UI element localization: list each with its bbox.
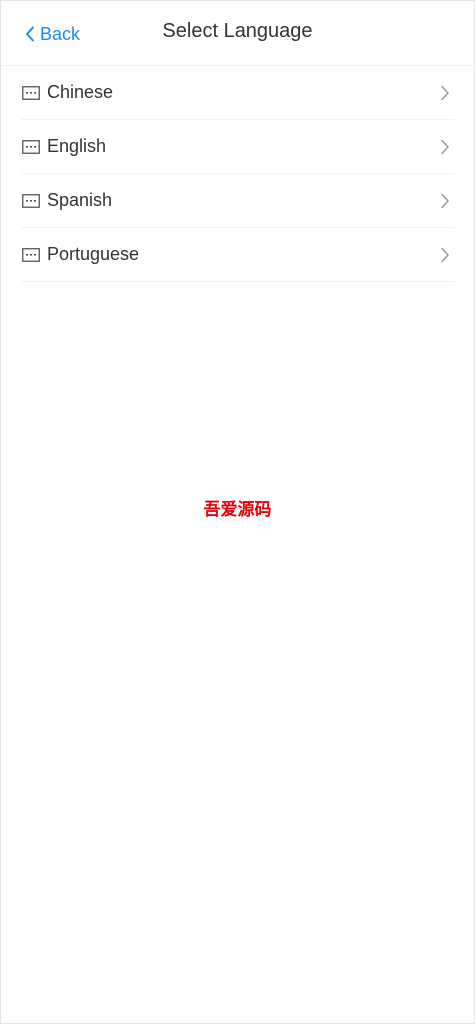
keyboard-icon [22,85,40,100]
language-item-portuguese[interactable]: Portuguese [21,228,454,282]
language-item-spanish[interactable]: Spanish [21,174,454,228]
back-label: Back [40,23,81,44]
language-item-chinese[interactable]: Chinese [21,66,454,120]
chevron-right-icon [441,139,449,154]
language-item-english[interactable]: English [21,120,454,174]
back-button[interactable]: Back [25,19,80,49]
app-frame: Back Select Language Chinese English Spa… [0,0,475,1024]
chevron-right-icon [441,85,449,100]
chevron-right-icon [441,247,449,262]
language-label: Spanish [47,190,113,210]
keyboard-icon [22,247,40,262]
nav-bar: Back Select Language [1,1,474,66]
keyboard-icon [22,193,40,208]
language-list: Chinese English Spanish Portuguese [21,66,454,282]
watermark-text: 吾爱源码 [203,500,272,520]
chevron-right-icon [441,193,449,208]
language-label: Chinese [47,82,114,102]
chevron-left-icon [26,26,34,42]
keyboard-icon [22,139,40,154]
language-label: English [47,136,107,156]
language-label: Portuguese [47,244,140,264]
